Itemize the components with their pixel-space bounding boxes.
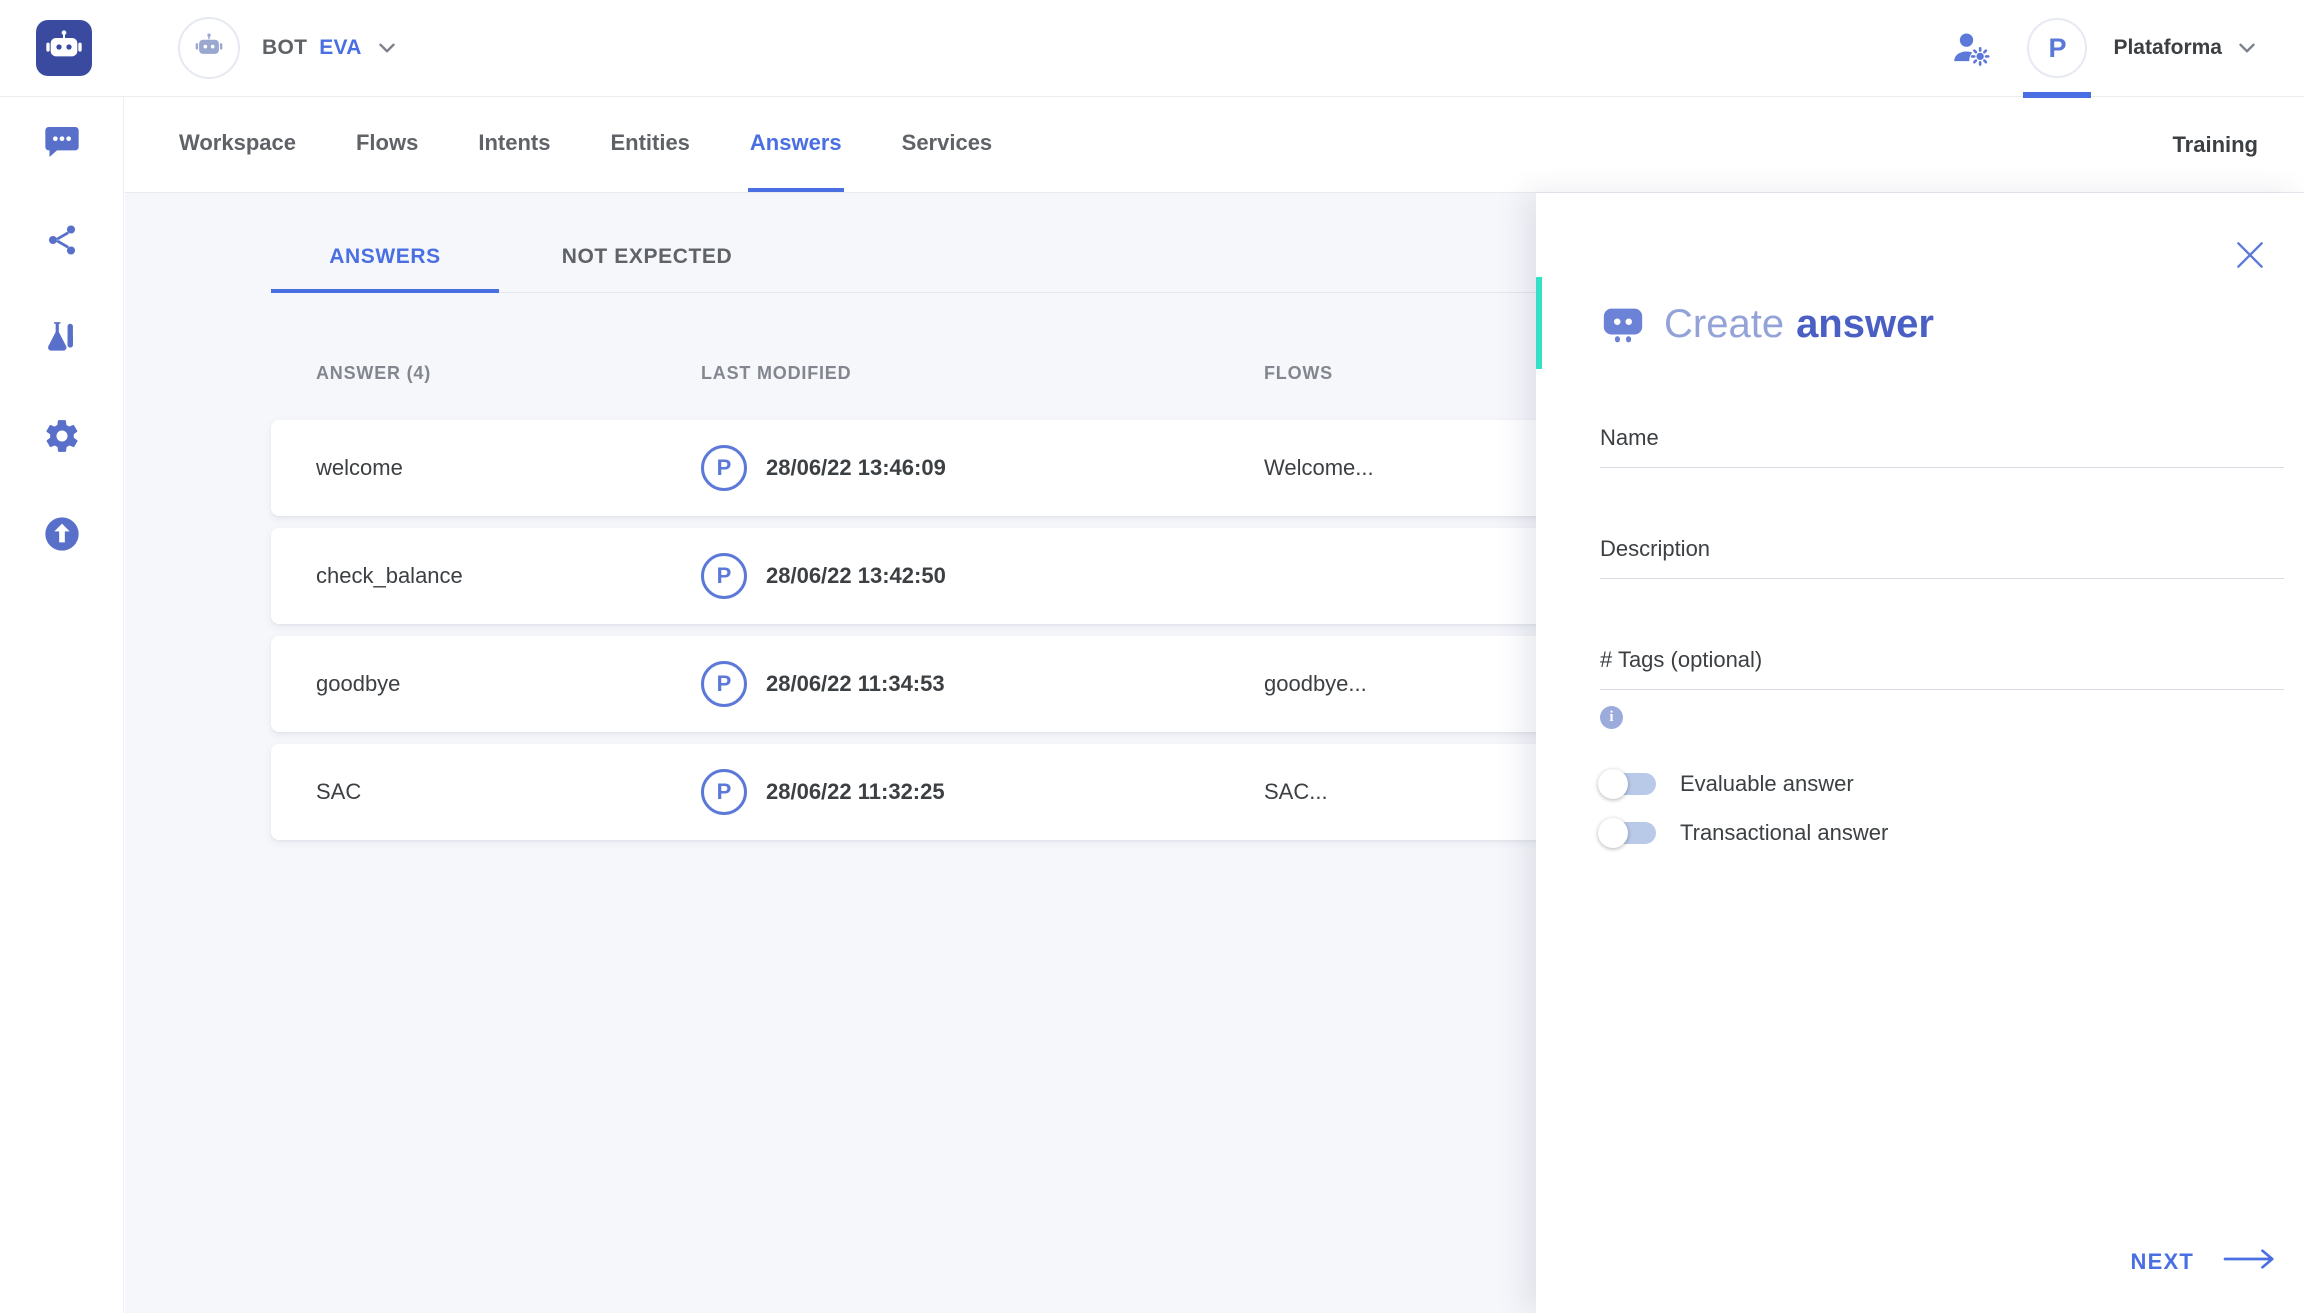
name-input[interactable] — [1600, 425, 2284, 468]
sidebar-item-publish[interactable] — [41, 515, 83, 557]
user-profile[interactable]: P — [2027, 0, 2087, 97]
tags-field — [1600, 647, 2284, 690]
chevron-down-icon[interactable] — [2234, 35, 2260, 61]
app-logo[interactable] — [36, 20, 92, 76]
last-modified: 28/06/22 11:34:53 — [766, 671, 1264, 697]
sidebar-item-settings[interactable] — [41, 417, 83, 459]
header-right: P Plataforma — [1949, 0, 2260, 97]
evaluable-answer-label: Evaluable answer — [1680, 771, 1854, 797]
close-panel-button[interactable] — [2230, 235, 2270, 275]
subtab-answers[interactable]: ANSWERS — [271, 245, 499, 293]
chat-bubble-icon — [1600, 301, 1646, 347]
evaluable-answer-row: Evaluable answer — [1600, 767, 2304, 801]
tab-intents[interactable]: Intents — [476, 97, 552, 192]
transactional-answer-label: Transactional answer — [1680, 820, 1888, 846]
info-icon[interactable]: i — [1600, 706, 1623, 729]
panel-title-prefix: Create — [1664, 302, 1784, 347]
robot-logo-icon — [44, 26, 84, 71]
modified-by-avatar: P — [701, 553, 747, 599]
row-flows: goodbye... — [1264, 671, 1367, 697]
share-flow-icon — [44, 222, 80, 263]
answer-name: check_balance — [271, 563, 701, 589]
tab-flows[interactable]: Flows — [354, 97, 420, 192]
tab-services[interactable]: Services — [900, 97, 995, 192]
arrow-right-icon — [2222, 1246, 2276, 1277]
bot-name: EVA — [319, 36, 362, 60]
column-modified: LAST MODIFIED — [701, 363, 1264, 384]
next-label: NEXT — [2131, 1249, 2194, 1275]
close-icon — [2230, 262, 2270, 279]
sidebar — [0, 97, 124, 1313]
toggle-knob — [1598, 769, 1628, 799]
bot-avatar — [178, 17, 240, 79]
test-flask-icon — [43, 319, 81, 362]
last-modified: 28/06/22 13:46:09 — [766, 455, 1264, 481]
bot-selector[interactable]: BOT EVA — [178, 17, 400, 79]
settings-gear-icon — [43, 417, 81, 460]
panel-form — [1600, 425, 2284, 690]
row-flows: Welcome... — [1264, 455, 1374, 481]
create-answer-panel: Create answer i Evaluable answer Transac… — [1536, 193, 2304, 1313]
tags-input[interactable] — [1600, 647, 2284, 690]
toggle-knob — [1598, 818, 1628, 848]
panel-toggles: Evaluable answer Transactional answer — [1600, 767, 2304, 850]
user-admin-icon[interactable] — [1949, 27, 1991, 69]
panel-title: Create answer — [1600, 301, 2304, 347]
answers-subtabs: ANSWERS NOT EXPECTED — [271, 245, 1536, 293]
user-name: Plataforma — [2113, 36, 2222, 60]
panel-title-subject: answer — [1796, 302, 1934, 347]
last-modified: 28/06/22 13:42:50 — [766, 563, 1264, 589]
active-profile-indicator — [2023, 92, 2091, 98]
description-field — [1600, 536, 2284, 579]
modified-by-avatar: P — [701, 769, 747, 815]
publish-upload-icon — [42, 514, 82, 559]
subtab-not-expected[interactable]: NOT EXPECTED — [533, 245, 761, 293]
tab-workspace[interactable]: Workspace — [177, 97, 298, 192]
column-answer: ANSWER (4) — [271, 363, 701, 384]
modified-by-avatar: P — [701, 661, 747, 707]
last-modified: 28/06/22 11:32:25 — [766, 779, 1264, 805]
sidebar-item-flows[interactable] — [41, 221, 83, 263]
tab-entities[interactable]: Entities — [608, 97, 691, 192]
evaluable-answer-toggle[interactable] — [1600, 773, 1656, 795]
sidebar-item-conversations[interactable] — [41, 123, 83, 165]
chevron-down-icon[interactable] — [374, 35, 400, 61]
next-button[interactable]: NEXT — [2131, 1246, 2276, 1277]
transactional-answer-row: Transactional answer — [1600, 816, 2304, 850]
main-nav: Workspace Flows Intents Entities Answers… — [125, 97, 2304, 193]
chat-bubble-icon — [42, 122, 82, 167]
row-flows: SAC... — [1264, 779, 1328, 805]
panel-accent-bar — [1536, 277, 1542, 369]
bot-face-icon — [192, 29, 226, 68]
tab-answers[interactable]: Answers — [748, 97, 844, 192]
training-link[interactable]: Training — [2172, 97, 2258, 192]
app-header: BOT EVA P Plataforma — [0, 0, 2304, 97]
answer-name: goodbye — [271, 671, 701, 697]
sidebar-item-test[interactable] — [41, 319, 83, 361]
description-input[interactable] — [1600, 536, 2284, 579]
answer-name: SAC — [271, 779, 701, 805]
bot-label: BOT — [262, 36, 307, 60]
name-field — [1600, 425, 2284, 468]
transactional-answer-toggle[interactable] — [1600, 822, 1656, 844]
answer-name: welcome — [271, 455, 701, 481]
user-avatar: P — [2027, 18, 2087, 78]
modified-by-avatar: P — [701, 445, 747, 491]
